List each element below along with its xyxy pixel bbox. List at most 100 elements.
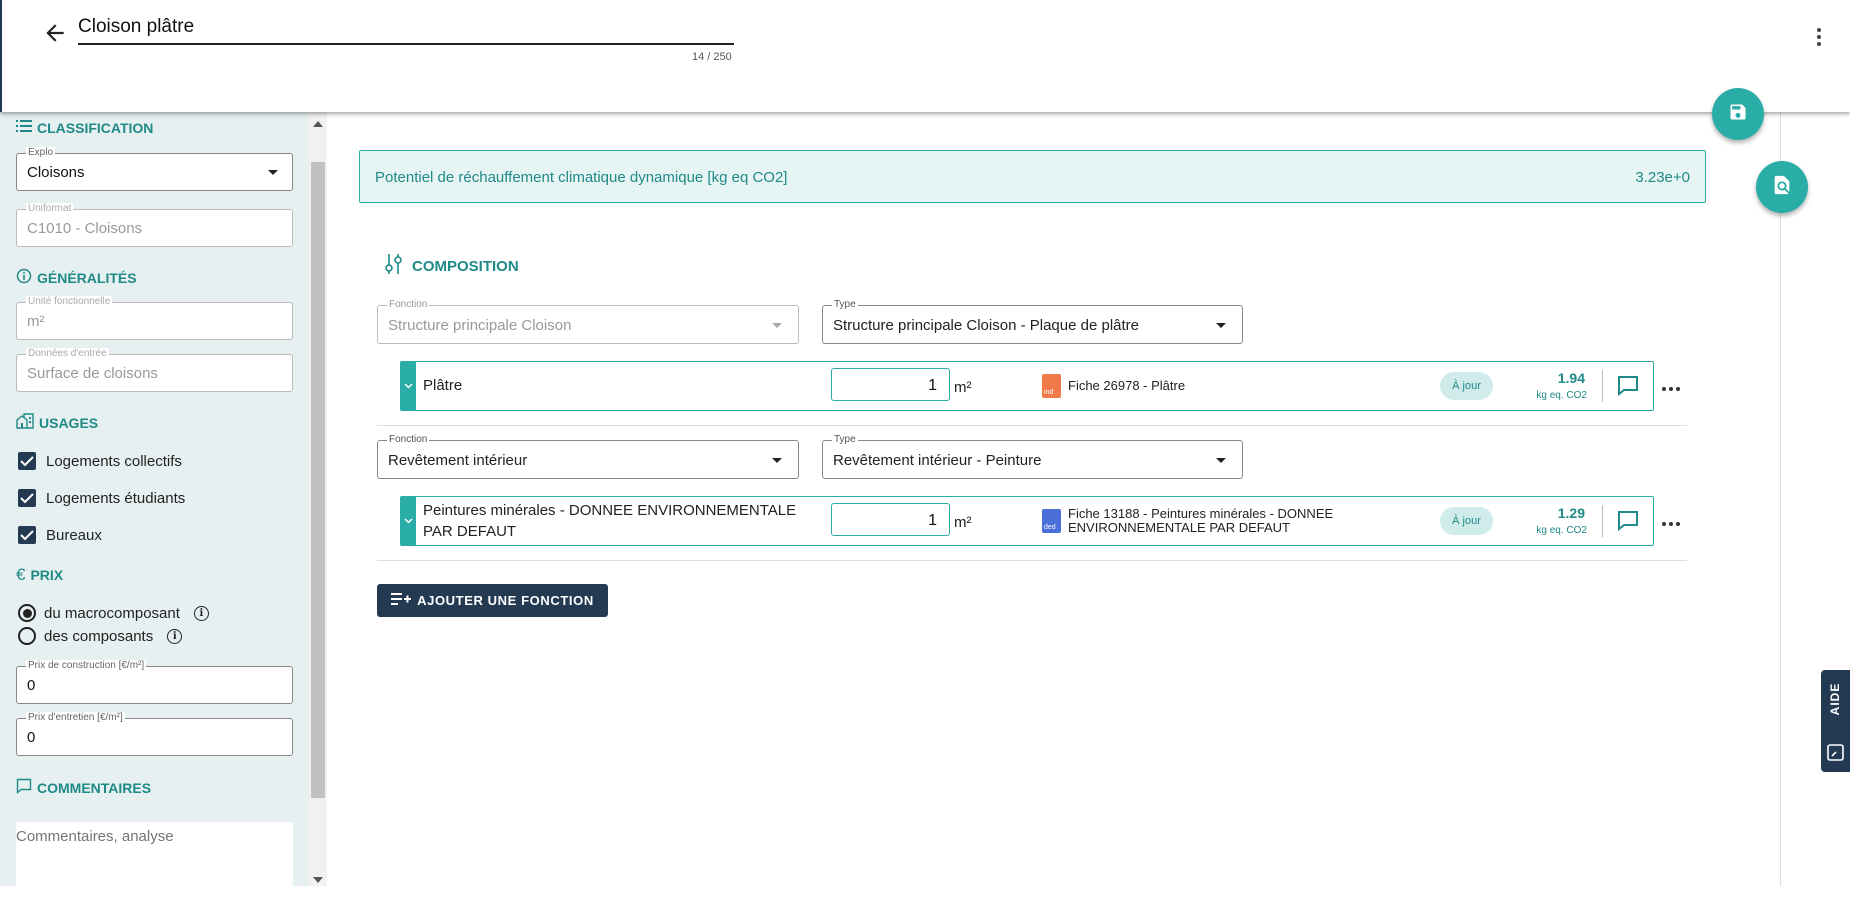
section-title: COMPOSITION — [412, 257, 519, 275]
component-row-platre: Plâtre 1 m² ind Fiche 26978 - Plâtre À j… — [400, 361, 1654, 411]
more-vert-icon[interactable] — [1809, 25, 1829, 49]
field-label: Prix d'entretien [€/m²] — [26, 712, 125, 724]
uniformat-field: Uniformat C1010 - Cloisons — [16, 203, 293, 247]
radio-selected-icon[interactable] — [18, 604, 36, 622]
quantity-value: 1 — [928, 512, 937, 529]
preview-document-button[interactable] — [1756, 161, 1808, 213]
explo-select[interactable]: Explo Cloisons — [16, 147, 293, 191]
prix-radio-composants[interactable]: des composants i — [18, 627, 183, 645]
section-usages: USAGES — [16, 413, 98, 432]
dropdown-caret-icon — [268, 170, 278, 175]
checkbox-label: Logements étudiants — [46, 489, 186, 507]
type-select-1[interactable]: Type Structure principale Cloison - Plaq… — [822, 299, 1243, 344]
usage-checkbox-logements-collectifs[interactable]: Logements collectifs — [18, 452, 182, 470]
section-title: CLASSIFICATION — [37, 119, 154, 136]
fonction-select-2[interactable]: Fonction Revêtement intérieur — [377, 434, 799, 479]
prix-radio-macrocomposant[interactable]: du macrocomposant i — [18, 604, 209, 622]
field-value: Structure principale Cloison - Plaque de… — [833, 317, 1139, 334]
scroll-down-icon[interactable] — [313, 877, 323, 883]
quantity-input[interactable]: 1 — [831, 368, 950, 401]
donnees-entree-field: Données d'entrée Surface de cloisons — [16, 348, 293, 392]
type-select-2[interactable]: Type Revêtement intérieur - Peinture — [822, 434, 1243, 479]
top-header: 14 / 250 — [0, 0, 1850, 112]
expand-chevron-icon[interactable] — [401, 362, 416, 410]
field-label: Fonction — [387, 299, 430, 311]
add-function-label: AJOUTER UNE FONCTION — [417, 593, 594, 608]
title-input[interactable] — [78, 16, 734, 38]
field-label: Prix de construction [€/m²] — [26, 660, 147, 672]
unit-label: m² — [954, 379, 972, 396]
co2-value: 1.29 — [1557, 505, 1585, 521]
save-button[interactable] — [1712, 88, 1764, 140]
field-value: Revêtement intérieur - Peinture — [833, 452, 1042, 469]
radio-unselected-icon[interactable] — [18, 627, 36, 645]
gwp-banner: Potentiel de réchauffement climatique dy… — [359, 150, 1706, 203]
sidebar-scrollbar[interactable] — [309, 112, 327, 886]
fiche-document-icon: ind — [1042, 374, 1061, 398]
comments-field[interactable] — [16, 822, 293, 892]
info-icon[interactable]: i — [167, 628, 183, 644]
comments-textarea[interactable] — [16, 822, 293, 892]
fonction-select-1: Fonction Structure principale Cloison — [377, 299, 799, 344]
quantity-input[interactable]: 1 — [831, 503, 950, 536]
component-row-peintures: Peintures minérales - DONNEE ENVIRONNEME… — [400, 496, 1654, 546]
euro-icon: € — [16, 565, 26, 584]
help-tab[interactable]: AIDE — [1821, 670, 1850, 772]
list-icon — [16, 119, 32, 136]
more-horiz-icon[interactable] — [1661, 380, 1681, 391]
checkbox-label: Bureaux — [46, 526, 102, 544]
field-label: Explo — [26, 147, 56, 159]
prix-construction-input[interactable]: Prix de construction [€/m²] 0 — [16, 660, 293, 704]
usage-checkbox-bureaux[interactable]: Bureaux — [18, 526, 102, 544]
unite-fonctionnelle-field: Unité fonctionnelle m² — [16, 296, 293, 340]
prix-entretien-input[interactable]: Prix d'entretien [€/m²] 0 — [16, 712, 293, 756]
back-arrow-icon[interactable] — [42, 20, 68, 46]
divider — [377, 425, 1687, 426]
info-icon[interactable]: i — [193, 605, 209, 621]
field-value: Structure principale Cloison — [388, 317, 572, 334]
scroll-up-icon[interactable] — [313, 121, 323, 127]
field-label: Type — [832, 434, 858, 446]
help-label: AIDE — [1828, 682, 1842, 716]
checkbox-checked-icon[interactable] — [18, 452, 36, 470]
dropdown-caret-icon[interactable] — [1216, 323, 1226, 328]
co2-value: 1.94 — [1557, 370, 1585, 386]
info-icon — [16, 268, 32, 287]
quantity-value: 1 — [928, 377, 937, 394]
comment-icon[interactable] — [1616, 375, 1640, 397]
status-badge: À jour — [1440, 372, 1493, 400]
unit-label: m² — [954, 514, 972, 531]
gwp-label: Potentiel de réchauffement climatique dy… — [375, 169, 788, 186]
checkbox-checked-icon[interactable] — [18, 489, 36, 507]
divider — [1602, 370, 1603, 402]
fiche-document-icon: ded — [1042, 509, 1061, 533]
section-classification: CLASSIFICATION — [16, 119, 153, 136]
radio-label: des composants — [44, 627, 154, 645]
more-horiz-icon[interactable] — [1661, 515, 1681, 526]
dropdown-caret-icon[interactable] — [772, 458, 782, 463]
scroll-thumb[interactable] — [311, 162, 325, 798]
field-label: Type — [832, 299, 858, 311]
section-generalites: GÉNÉRALITÉS — [16, 268, 137, 287]
expand-chevron-icon[interactable] — [401, 497, 416, 545]
fiche-badge: ded — [1044, 524, 1056, 531]
divider — [1780, 112, 1781, 886]
field-label: Uniformat — [26, 203, 74, 215]
help-icon — [1827, 744, 1844, 766]
char-counter: 14 / 250 — [692, 51, 732, 63]
tune-icon — [384, 253, 404, 279]
dropdown-caret-icon[interactable] — [1216, 458, 1226, 463]
radio-label: du macrocomposant — [44, 604, 180, 622]
divider — [377, 560, 1687, 561]
checkbox-checked-icon[interactable] — [18, 526, 36, 544]
component-name: Peintures minérales - DONNEE ENVIRONNEME… — [423, 502, 797, 540]
fiche-link[interactable]: Fiche 26978 - Plâtre — [1068, 379, 1408, 393]
field-value: m² — [27, 313, 45, 330]
title-field[interactable] — [78, 16, 734, 45]
component-name: Plâtre — [423, 377, 463, 394]
comment-icon[interactable] — [1616, 510, 1640, 532]
usage-checkbox-logements-etudiants[interactable]: Logements étudiants — [18, 489, 185, 507]
add-function-button[interactable]: AJOUTER UNE FONCTION — [377, 584, 608, 617]
fiche-link[interactable]: Fiche 13188 - Peintures minérales - DONN… — [1068, 507, 1408, 535]
divider — [1602, 505, 1603, 537]
